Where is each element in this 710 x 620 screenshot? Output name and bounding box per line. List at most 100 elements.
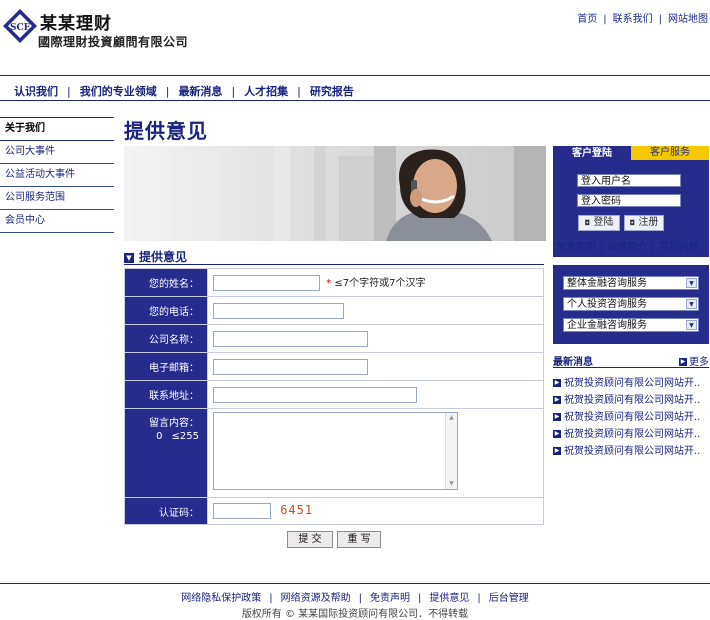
- scroll-down-icon[interactable]: ▼: [446, 479, 457, 489]
- top-links: 首页 | 联系我们 | 网站地图: [577, 10, 708, 25]
- address-label: 联系地址：: [124, 380, 208, 409]
- name-input[interactable]: [213, 275, 320, 291]
- sidebar-item-members[interactable]: 会员中心: [0, 210, 114, 233]
- logo-mark: SCF: [2, 8, 38, 44]
- bullet-icon: ▶: [553, 413, 561, 421]
- news-divider: [553, 367, 709, 368]
- bullet-icon: ▶: [553, 396, 561, 404]
- separator: |: [603, 14, 607, 25]
- password-input[interactable]: 登入密码: [577, 194, 681, 207]
- bullet-icon: ▶: [553, 430, 561, 438]
- sidebar-item-charity[interactable]: 公益活动大事件: [0, 164, 114, 187]
- separator: |: [600, 242, 604, 253]
- link-disclaimer[interactable]: 免责声明: [556, 242, 596, 253]
- news-item-text: 祝贺投资顾问有限公司网站开..: [564, 395, 701, 406]
- company-label: 公司名称：: [124, 324, 208, 353]
- login-button[interactable]: ◘ 登陆: [578, 215, 620, 231]
- submit-button[interactable]: 提 交: [287, 531, 333, 548]
- main-nav: 认识我们 | 我们的专业领域 | 最新消息 | 人才招集 | 研究报告: [14, 83, 354, 99]
- tab-customer-login[interactable]: 客户登陆: [553, 146, 631, 162]
- sidebar-item-events[interactable]: 公司大事件: [0, 141, 114, 164]
- top-link-home[interactable]: 首页: [577, 14, 597, 25]
- separator: |: [269, 593, 273, 604]
- news-more-link[interactable]: ▶ 更多: [679, 353, 709, 368]
- captcha-label: 认证码：: [124, 497, 208, 525]
- sidebar-item-about[interactable]: 关于我们: [0, 117, 114, 141]
- login-links: 免责声明 | 服务简介 | 常见问题: [556, 238, 699, 253]
- register-icon: ◘: [629, 219, 636, 227]
- nav-bottom-border: [0, 100, 710, 101]
- reset-button[interactable]: 重 写: [337, 531, 381, 548]
- nav-item-careers[interactable]: 人才招集: [244, 85, 288, 98]
- nav-item-research[interactable]: 研究报告: [310, 85, 354, 98]
- separator: |: [418, 593, 422, 604]
- news-item-text: 祝贺投资顾问有限公司网站开..: [564, 378, 701, 389]
- service-select-enterprise[interactable]: 企业金融咨询服务 ▼: [563, 318, 699, 332]
- news-title: 最新消息: [553, 357, 593, 368]
- news-item-text: 祝贺投资顾问有限公司网站开..: [564, 412, 701, 423]
- name-hint: * ≤7个字符或7个汉字: [326, 278, 425, 289]
- service-select-personal[interactable]: 个人投资咨询服务 ▼: [563, 297, 699, 311]
- news-item[interactable]: ▶ 祝贺投资顾问有限公司网站开..: [553, 442, 700, 457]
- username-input[interactable]: 登入用户名: [577, 174, 681, 187]
- separator: |: [477, 593, 481, 604]
- news-item[interactable]: ▶ 祝贺投资顾问有限公司网站开..: [553, 374, 700, 389]
- nav-item-expertise[interactable]: 我们的专业领域: [80, 85, 157, 98]
- scroll-up-icon[interactable]: ▲: [446, 413, 457, 423]
- message-max: ≤255: [171, 431, 199, 442]
- footer-link-feedback[interactable]: 提供意见: [429, 593, 469, 604]
- register-button-label: 注册: [638, 217, 659, 228]
- phone-input[interactable]: [213, 302, 344, 319]
- link-service-intro[interactable]: 服务简介: [607, 242, 647, 253]
- footer-divider: [0, 583, 710, 584]
- nav-item-news[interactable]: 最新消息: [178, 85, 222, 98]
- separator: |: [67, 85, 71, 98]
- separator: |: [297, 85, 301, 98]
- message-label: 留言内容：: [149, 418, 199, 429]
- top-link-contact[interactable]: 联系我们: [613, 14, 653, 25]
- nav-item-about[interactable]: 认识我们: [14, 85, 58, 98]
- news-item[interactable]: ▶ 祝贺投资顾问有限公司网站开..: [553, 391, 700, 406]
- address-input[interactable]: [213, 386, 417, 403]
- news-item[interactable]: ▶ 祝贺投资顾问有限公司网站开..: [553, 408, 700, 423]
- captcha-input[interactable]: [213, 503, 271, 519]
- email-label: 电子邮箱：: [124, 352, 208, 381]
- captcha-code: 6451: [280, 503, 314, 517]
- section-title: ▼ 提供意见: [124, 248, 187, 265]
- news-item-text: 祝贺投资顾问有限公司网站开..: [564, 446, 701, 457]
- footer-link-help[interactable]: 网络资源及帮助: [281, 593, 351, 604]
- login-button-label: 登陆: [593, 217, 614, 228]
- message-textarea[interactable]: ▲ ▼: [213, 412, 458, 490]
- chevron-down-icon: ▼: [686, 320, 697, 330]
- section-title-text: 提供意见: [139, 250, 188, 264]
- copyright: 版权所有 © 某某国际投资顾问有限公司．不得转载: [241, 609, 469, 620]
- banner-photo: [124, 146, 546, 241]
- company-full-name: 國際理財投資顧問有限公司: [38, 35, 189, 49]
- tab-customer-service[interactable]: 客户服务: [631, 146, 709, 160]
- company-name: 某某理财: [40, 14, 112, 34]
- arrow-right-icon: ▶: [679, 358, 687, 366]
- message-label-cell: 留言内容： 0 ≤255: [124, 408, 208, 498]
- top-link-sitemap[interactable]: 网站地图: [668, 14, 708, 25]
- company-input[interactable]: [213, 330, 368, 347]
- message-counter: 0 ≤255: [125, 431, 199, 442]
- separator: |: [165, 85, 170, 98]
- sidebar: 关于我们 公司大事件 公益活动大事件 公司服务范围 会员中心: [0, 117, 114, 233]
- service-select-personal-label: 个人投资咨询服务: [567, 299, 647, 310]
- service-select-overall-label: 整体金融咨询服务: [567, 278, 647, 289]
- footer-links: 网络隐私保护政策 | 网络资源及帮助 | 免责声明 | 提供意见 | 后台管理: [0, 589, 710, 604]
- footer-link-admin[interactable]: 后台管理: [489, 593, 529, 604]
- textarea-scrollbar[interactable]: ▲ ▼: [445, 413, 457, 489]
- message-count: 0: [156, 431, 163, 442]
- section-arrow-icon: ▼: [124, 252, 134, 263]
- register-button[interactable]: ◘ 注册: [624, 215, 664, 231]
- service-select-overall[interactable]: 整体金融咨询服务 ▼: [563, 276, 699, 290]
- news-item[interactable]: ▶ 祝贺投资顾问有限公司网站开..: [553, 425, 700, 440]
- footer-link-privacy[interactable]: 网络隐私保护政策: [181, 593, 261, 604]
- link-faq[interactable]: 常见问题: [659, 242, 699, 253]
- separator: |: [658, 14, 662, 25]
- sidebar-item-services[interactable]: 公司服务范围: [0, 187, 114, 210]
- separator: |: [651, 242, 655, 253]
- email-input[interactable]: [213, 358, 368, 375]
- footer-link-disclaimer[interactable]: 免责声明: [370, 593, 410, 604]
